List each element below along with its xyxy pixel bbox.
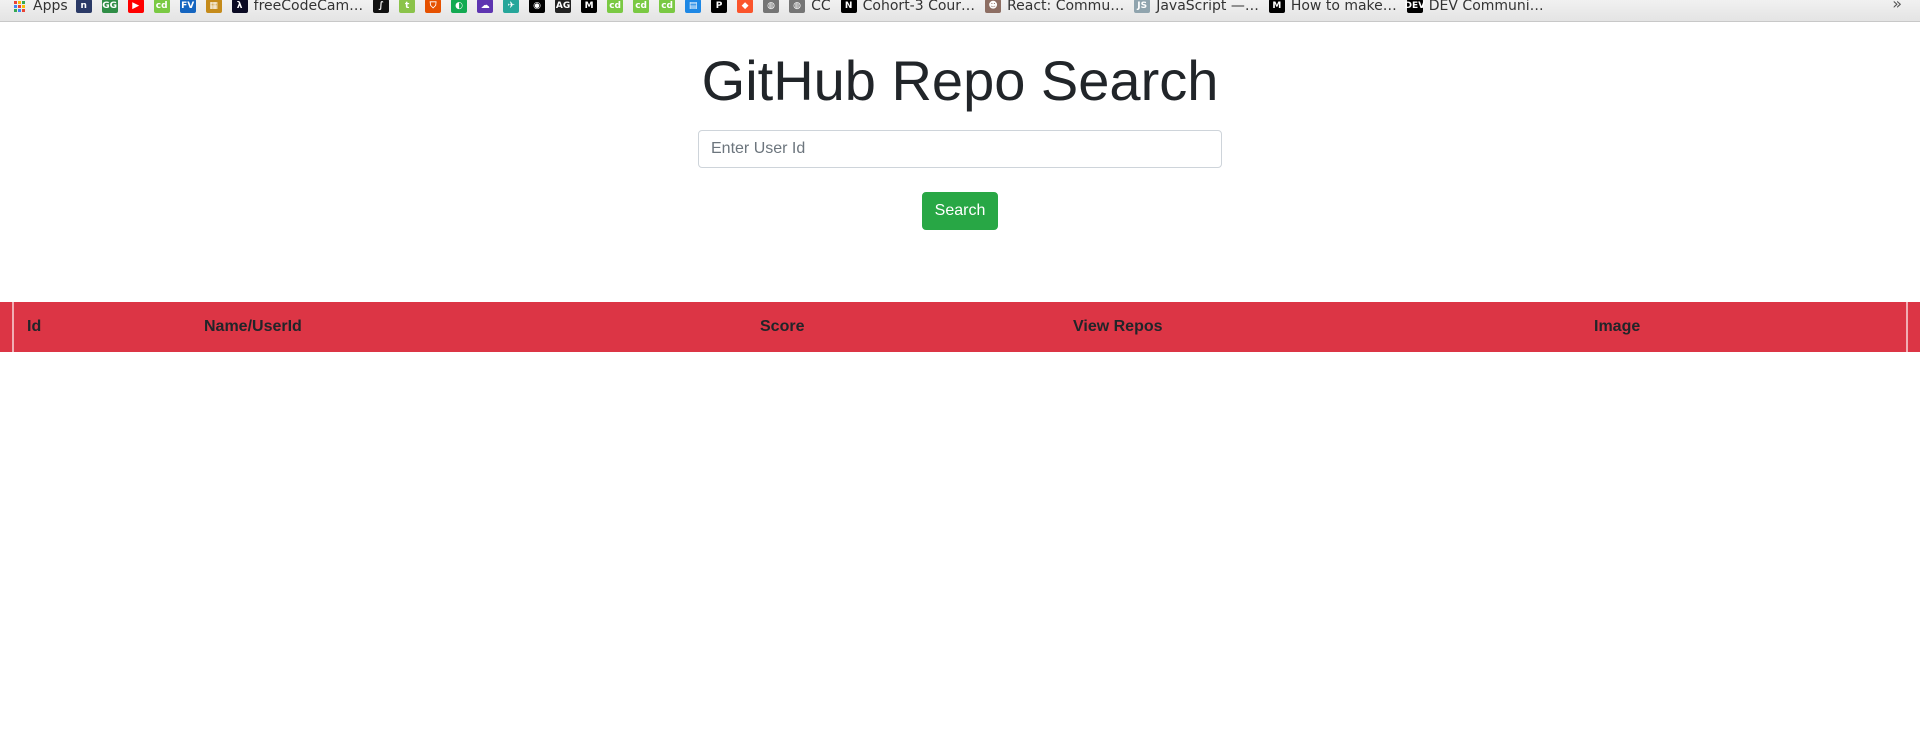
bookmark-item[interactable]: N Cohort-3 Cour…	[840, 0, 976, 14]
fv-icon: FV	[179, 0, 196, 13]
bird-icon: ✈	[503, 0, 520, 13]
bookmark-item[interactable]: P	[711, 0, 728, 13]
bookmark-item[interactable]: M How to make…	[1268, 0, 1397, 14]
afg-icon: AG	[555, 0, 572, 13]
bookmark-item[interactable]: AG	[555, 0, 572, 13]
bookmark-item[interactable]: FV	[179, 0, 196, 13]
cloud-icon: ☁	[477, 0, 494, 13]
javascript-icon: JS	[1134, 0, 1151, 13]
codeforces-icon-3: cd	[633, 0, 650, 13]
codeforces-icon-2: cd	[607, 0, 624, 13]
globe-icon: ◍	[763, 0, 780, 13]
bookmark-item[interactable]: DEV DEV Communi…	[1404, 0, 1544, 14]
bookmark-label: How to make…	[1290, 0, 1397, 14]
geeksforgeeks-icon: GG	[101, 0, 118, 13]
p-icon: P	[711, 0, 728, 13]
notion-icon: N	[840, 0, 857, 13]
bookmark-label: Cohort-3 Cour…	[862, 0, 976, 14]
bookmark-item[interactable]: ▤	[685, 0, 702, 13]
bookmark-item[interactable]: ▦	[205, 0, 222, 13]
pattern-icon: ▦	[205, 0, 222, 13]
bookmark-item[interactable]: M	[581, 0, 598, 13]
bookmark-item[interactable]: cd	[633, 0, 650, 13]
freecodecamp-icon: λ	[231, 0, 248, 13]
youtube-icon: ▶	[127, 0, 144, 13]
column-header-view-repos: View Repos	[1073, 318, 1163, 335]
column-header-score: Score	[760, 318, 805, 335]
bookmark-item[interactable]: cd	[659, 0, 676, 13]
search-button[interactable]: Search	[922, 192, 998, 230]
more-bookmarks-icon[interactable]: »	[1892, 0, 1902, 13]
results-table-header: Id Name/UserId Score View Repos Image	[0, 302, 1920, 352]
shield-icon: ⛉	[425, 0, 442, 13]
medium-icon: M	[581, 0, 598, 13]
bookmark-label: CC	[811, 0, 831, 14]
codeforces-icon: cd	[153, 0, 170, 13]
bookmark-item[interactable]: cd	[153, 0, 170, 13]
bookmarks-bar: Apps n GG ▶ cd FV ▦ λ freeCodeCam… ∫ t ⛉ ◐ ☁ ✈ ◉ AG Mcd c…	[0, 0, 1920, 22]
tumblr-icon: t	[399, 0, 416, 13]
bookmark-item[interactable]: t	[399, 0, 416, 13]
dark-circle-icon: ∫	[373, 0, 390, 13]
column-header-name: Name/UserId	[204, 318, 302, 335]
bookmark-item[interactable]: cd	[607, 0, 624, 13]
bookmark-item[interactable]: ☁	[477, 0, 494, 13]
apps-shortcut[interactable]: Apps	[14, 0, 68, 14]
bookmark-item[interactable]: n	[75, 0, 92, 13]
bookmark-icon-dark: n	[75, 0, 92, 13]
apps-grid-icon	[14, 0, 25, 12]
bookmark-item[interactable]: JS JavaScript —…	[1134, 0, 1259, 14]
user-id-input[interactable]	[698, 130, 1222, 168]
column-header-image: Image	[1594, 318, 1641, 335]
dev-icon: DEV	[1404, 0, 1426, 13]
bookmark-label: JavaScript —…	[1156, 0, 1259, 14]
codeforces-icon-4: cd	[659, 0, 676, 13]
medium-icon-2: M	[1268, 0, 1285, 13]
bookmark-item[interactable]: ☻ React: Commu…	[985, 0, 1124, 14]
bookmark-label: React: Commu…	[1007, 0, 1125, 14]
bookmark-item[interactable]: GG	[101, 0, 118, 13]
bookmark-label: freeCodeCam…	[253, 0, 364, 14]
reactiflux-icon: ☻	[985, 0, 1002, 13]
brave-icon: ◆	[737, 0, 754, 13]
github-icon: ◉	[529, 0, 546, 13]
bookmark-item[interactable]: λ freeCodeCam…	[231, 0, 364, 14]
bookmark-item[interactable]: ◍	[763, 0, 780, 13]
bookmark-item[interactable]: ◍ CC	[789, 0, 831, 14]
bookmark-list: n GG ▶ cd FV ▦ λ freeCodeCam… ∫ t ⛉ ◐ ☁ ✈ ◉ AG Mcd cd cd ▤ P…	[75, 0, 1554, 14]
page-title: GitHub Repo Search	[701, 49, 1219, 112]
bookmark-item[interactable]: ⛉	[425, 0, 442, 13]
column-header-id: Id	[27, 318, 42, 335]
blue-square-icon: ▤	[685, 0, 702, 13]
apps-label: Apps	[33, 0, 68, 14]
mongodb-icon: ◐	[451, 0, 468, 13]
bookmark-item[interactable]: ▶	[127, 0, 144, 13]
bookmark-item[interactable]: ◆	[737, 0, 754, 13]
bookmark-item[interactable]: ◐	[451, 0, 468, 13]
globe-icon-2: ◍	[789, 0, 806, 13]
bookmark-item[interactable]: ∫	[373, 0, 390, 13]
bookmark-item[interactable]: ✈	[503, 0, 520, 13]
bookmark-item[interactable]: ◉	[529, 0, 546, 13]
bookmark-label: DEV Communi…	[1428, 0, 1544, 14]
